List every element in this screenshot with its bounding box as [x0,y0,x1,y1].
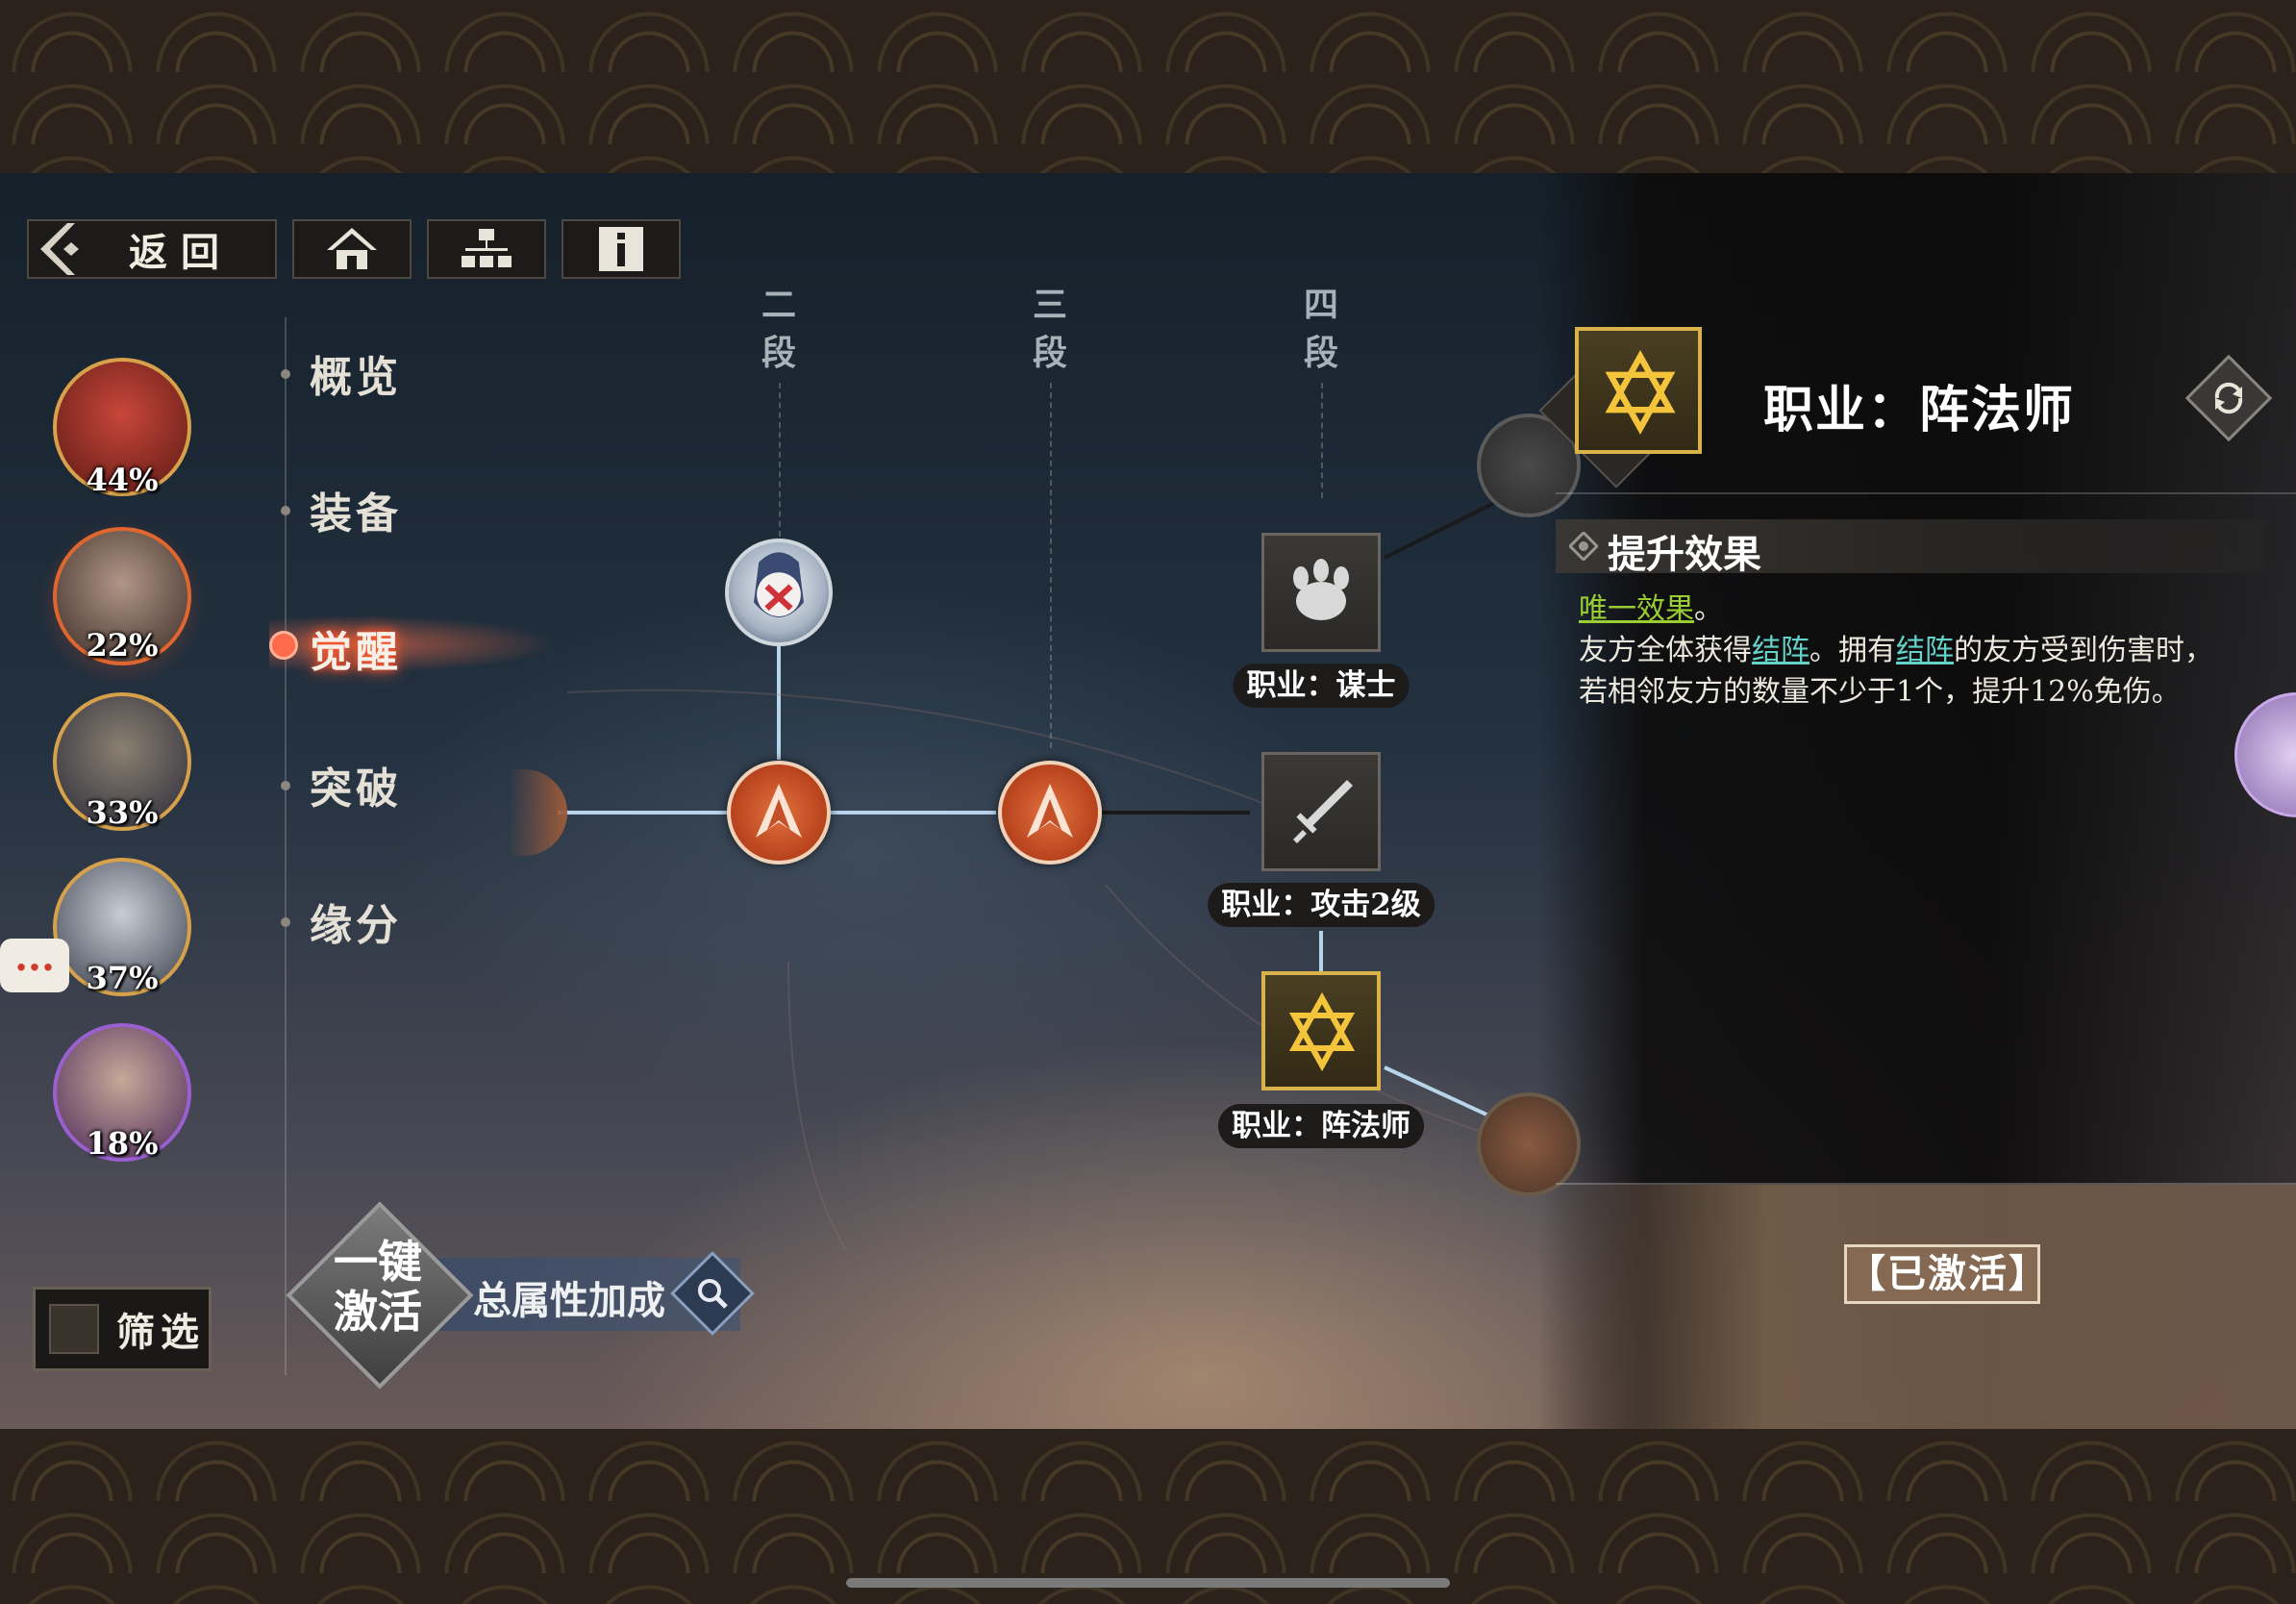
strategist-node[interactable] [1261,533,1381,652]
orange-node-stage2[interactable] [727,761,831,865]
detail-title: 职业：阵法师 [1763,381,2076,439]
filter-label: 筛选 [116,1310,205,1355]
refresh-icon [2214,382,2243,414]
tree-connectors [558,498,1510,1251]
locked-node-lower[interactable] [1477,1092,1581,1196]
attack-label: 职业：攻击2级 [1208,883,1435,927]
strategist-label: 职业：谋士 [1233,664,1410,708]
diamond-bullet-icon [1569,532,1598,561]
effect-header-label: 提升效果 [1608,532,1761,577]
character-node-stage2[interactable] [725,539,833,646]
mage-node[interactable] [1261,971,1381,1090]
title-divider [1556,492,2296,494]
attack-node[interactable] [1261,752,1381,871]
mage-label: 职业：阵法师 [1218,1104,1424,1148]
effect-header: 提升效果 [1556,519,2267,577]
activated-status: 【已激活】 [1844,1244,2047,1304]
filter-checkbox[interactable] [49,1304,99,1354]
panel-divider [1556,1183,2296,1185]
home-indicator [846,1578,1450,1588]
desc-part-a: 友方全体获得 [1579,634,1752,667]
total-bonus-label: 总属性加成 [473,1278,665,1323]
arrow-up-icon [1027,784,1073,838]
effect-description: 唯一效果。 友方全体获得结阵。拥有结阵的友方受到伤害时，若相邻友方的数量不少于1… [1579,589,2213,713]
formation-link-1[interactable]: 结阵 [1752,634,1809,667]
unique-tail: 。 [1694,592,1723,626]
arrow-up-icon [756,784,802,838]
desc-part-b: 。拥有 [1809,634,1896,667]
search-icon [698,1279,728,1309]
character-face-icon [754,552,804,617]
hexagram-icon [1288,991,1356,1072]
one-click-activate-label: 一键 激活 [334,1236,422,1338]
claw-icon [1293,559,1349,620]
hexagram-icon [1605,349,1676,436]
formation-link-2[interactable]: 结阵 [1896,634,1954,667]
sword-icon [1293,780,1353,843]
title-hexagram-badge [1575,327,1702,454]
unique-effect-link[interactable]: 唯一效果 [1579,592,1694,626]
filter-button[interactable]: 筛选 [33,1287,212,1371]
orange-node-stage3[interactable] [998,761,1102,865]
